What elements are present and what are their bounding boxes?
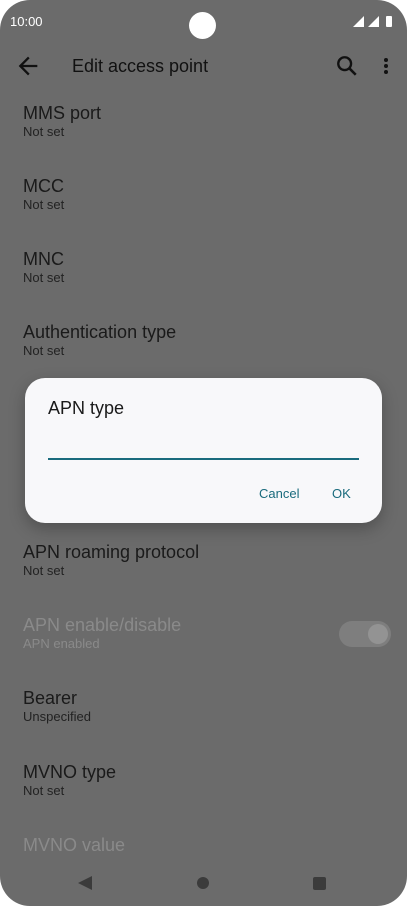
nav-back-icon[interactable]	[78, 876, 92, 890]
list-item-mms-port[interactable]: MMS port Not set	[23, 102, 383, 140]
list-item-authentication-type[interactable]: Authentication type Not set	[23, 321, 383, 359]
item-title: Bearer	[23, 688, 78, 708]
item-subtitle: Not set	[23, 124, 65, 139]
back-button[interactable]	[14, 52, 42, 80]
more-vert-icon	[384, 58, 388, 74]
signal-icon	[368, 16, 379, 27]
apn-enable-toggle[interactable]	[339, 621, 391, 647]
item-title: MVNO value	[23, 835, 126, 855]
item-subtitle: Not set	[23, 197, 65, 212]
item-subtitle: APN enabled	[23, 636, 100, 651]
arrow-left-icon	[18, 56, 38, 76]
list-item-mvno-value: MVNO value	[23, 834, 383, 856]
list-item-mcc[interactable]: MCC Not set	[23, 175, 383, 213]
item-title: MVNO type	[23, 762, 117, 782]
item-subtitle: Not set	[23, 343, 65, 358]
list-item-mnc[interactable]: MNC Not set	[23, 248, 383, 286]
list-item-mvno-type[interactable]: MVNO type Not set	[23, 761, 383, 799]
item-title: MNC	[23, 249, 64, 269]
item-title: Authentication type	[23, 322, 177, 342]
toggle-knob	[368, 624, 388, 644]
cancel-button[interactable]: Cancel	[259, 486, 299, 501]
app-bar: Edit access point	[0, 44, 407, 92]
nav-home-icon[interactable]	[197, 877, 209, 889]
status-bar: 10:00	[0, 0, 407, 44]
ok-button[interactable]: OK	[332, 486, 351, 501]
item-subtitle: Unspecified	[23, 709, 91, 724]
page-title: Edit access point	[72, 56, 209, 76]
list-item-bearer[interactable]: Bearer Unspecified	[23, 687, 383, 725]
wifi-icon	[353, 16, 364, 27]
dialog-title: APN type	[48, 398, 125, 418]
battery-icon	[386, 16, 392, 27]
status-time: 10:00	[10, 14, 43, 29]
item-subtitle: Not set	[23, 270, 65, 285]
list-item-apn-roaming-protocol[interactable]: APN roaming protocol Not set	[23, 541, 383, 579]
apn-type-dialog: APN type Cancel OK	[25, 378, 382, 523]
list-item-apn-enable: APN enable/disable APN enabled	[23, 614, 383, 652]
apn-type-input[interactable]	[48, 436, 359, 460]
item-title: MMS port	[23, 103, 102, 123]
search-button[interactable]	[333, 52, 361, 80]
item-subtitle: Not set	[23, 783, 65, 798]
nav-recents-icon[interactable]	[313, 877, 326, 890]
search-icon	[337, 56, 357, 76]
item-title: MCC	[23, 176, 64, 196]
item-subtitle: Not set	[23, 563, 65, 578]
item-title: APN roaming protocol	[23, 542, 200, 562]
camera-cutout	[189, 12, 216, 39]
item-title: APN enable/disable	[23, 615, 182, 635]
overflow-menu-button[interactable]	[377, 52, 395, 80]
phone-screen: 10:00 Edit access point MMS port Not set…	[0, 0, 407, 906]
